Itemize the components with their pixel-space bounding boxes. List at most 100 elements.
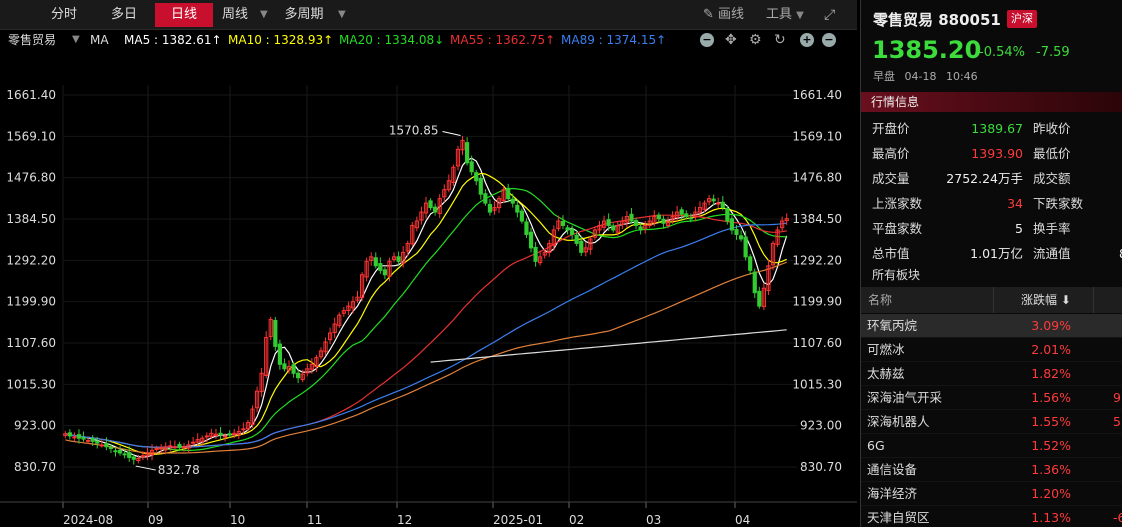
sector-pct-header[interactable]: 涨跌幅 ⬇ [1021, 287, 1071, 313]
sector-row[interactable]: 太赫兹 1.82% [861, 362, 1122, 386]
candle-body [611, 225, 616, 231]
candles [63, 135, 789, 465]
x-tick-label: 11 [307, 513, 322, 527]
sector-pct: 1.56% [1031, 390, 1071, 405]
y-tick-label-right: 1569.10 [792, 129, 842, 143]
info-value: 1393.90 [971, 146, 1023, 161]
kline-chart[interactable]: 1661.40 1661.40 1569.10 1569.10 1476.80 1476.… [0, 50, 857, 527]
tab-multi-day[interactable]: 多日 [104, 3, 144, 27]
sector-pct: 2.01% [1031, 342, 1071, 357]
y-tick-label-right: 1661.40 [792, 88, 842, 102]
info-header[interactable]: 行情信息 [861, 92, 1122, 112]
session-label: 早盘 [873, 70, 895, 83]
candle-body [382, 269, 388, 276]
sector-name: 可燃冰 [867, 342, 905, 357]
candle-body [506, 187, 511, 200]
info-key: 成交额 [1033, 171, 1071, 186]
sector-name: 海洋经济 [867, 486, 918, 501]
candle-body [428, 200, 433, 209]
info-value: 2752.24万手 [946, 171, 1023, 186]
ma20-line [65, 187, 787, 452]
info-row: 最高价 1393.90 最低价 [861, 141, 1122, 166]
x-tick-label: 03 [646, 513, 661, 527]
gear-icon[interactable]: ⚙ [749, 30, 762, 50]
candle-body [738, 235, 744, 240]
multi-period-dropdown-icon[interactable]: ▼ [338, 3, 346, 27]
y-tick-label-left: 923.00 [14, 419, 56, 433]
x-tick-label: 04 [735, 513, 750, 527]
y-tick-label-right: 1292.20 [792, 253, 842, 267]
move-icon[interactable]: ✥ [725, 30, 737, 50]
sector-row[interactable]: 天津自贸区 1.13% -6 [861, 506, 1122, 527]
candle-body [629, 213, 634, 222]
column-divider [993, 287, 994, 313]
fullscreen-icon[interactable]: ⤢ [824, 3, 835, 27]
candle-body [752, 271, 757, 294]
candle-body [396, 256, 401, 262]
candle-body [656, 214, 661, 220]
refresh-icon[interactable]: ↻ [774, 30, 786, 50]
y-tick-label-left: 1384.50 [6, 212, 56, 226]
candle-body [570, 228, 575, 235]
y-tick-label-left: 1015.30 [6, 377, 56, 391]
ma55-line [65, 214, 787, 448]
ma89-line [65, 222, 787, 448]
column-divider [1093, 287, 1094, 313]
absolute-change: -7.59 [1036, 45, 1070, 60]
y-tick-label-left: 1569.10 [6, 129, 56, 143]
candle-body [433, 206, 438, 213]
pencil-icon: ✎ [703, 7, 714, 22]
candle-body [684, 213, 689, 218]
tab-daily[interactable]: 日线 [155, 3, 213, 27]
draw-line-button[interactable]: ✎ 画线 [703, 3, 744, 27]
candle-body [273, 319, 278, 347]
ma-longest-line [430, 329, 787, 363]
sector-row[interactable]: 深海油气开采 1.56% 9 [861, 386, 1122, 410]
ma55-label: MA55 : 1362.75↑ [450, 33, 556, 47]
candle-body [86, 439, 91, 442]
zoom-out-icon[interactable]: − [822, 33, 836, 47]
candle-body [113, 450, 118, 453]
candle-body [127, 452, 132, 458]
candle-body [108, 446, 114, 450]
x-tick-label: 2025-01 [493, 513, 543, 527]
sector-row[interactable]: 深海机器人 1.55% 5 [861, 410, 1122, 434]
sector-row[interactable]: 可燃冰 2.01% [861, 338, 1122, 362]
sector-pct: 1.13% [1031, 510, 1071, 525]
y-tick-label-right: 1476.80 [792, 171, 842, 185]
sector-title[interactable]: 所有板块 [872, 266, 920, 283]
sector-name-header[interactable]: 名称 [868, 287, 892, 313]
sector-row[interactable]: 海洋经济 1.20% [861, 482, 1122, 506]
sector-name: 深海机器人 [867, 414, 930, 429]
sector-pct: 1.36% [1031, 462, 1071, 477]
sector-row[interactable]: 通信设备 1.36% [861, 458, 1122, 482]
ma-type-label[interactable]: MA [90, 30, 109, 50]
info-value: 5 [1015, 221, 1023, 236]
candle-body [633, 220, 639, 226]
candle-body [606, 219, 611, 226]
y-tick-label-right: 1015.30 [792, 377, 842, 391]
low-annotation: 832.78 [158, 463, 200, 477]
info-row: 上涨家数 34 下跌家数 [861, 191, 1122, 216]
tab-weekly[interactable]: 周线 [216, 3, 254, 27]
session-date: 04-18 [904, 70, 937, 83]
tab-multi-period[interactable]: 多周期 [280, 3, 328, 27]
ma-dropdown-icon[interactable]: ▼ [72, 30, 80, 50]
candle-body [67, 432, 72, 437]
high-marker-line [442, 131, 461, 137]
tools-button[interactable]: 工具 ▼ [766, 3, 804, 27]
tab-intraday[interactable]: 分时 [44, 3, 84, 27]
candle-body [469, 161, 474, 173]
zoom-in-icon[interactable]: + [800, 33, 814, 47]
candle-body [241, 428, 246, 431]
sector-row[interactable]: 6G 1.52% [861, 434, 1122, 458]
sector-row[interactable]: 环氧丙烷 3.09% [861, 314, 1122, 338]
period-toolbar: 分时 多日 日线 周线 ▼ 多周期 ▼ ✎ 画线 工具 ▼ ⤢ [0, 0, 857, 30]
candle-body [131, 456, 136, 460]
y-tick-label-right: 1199.90 [792, 295, 842, 309]
info-key: 平盘家数 [872, 221, 923, 236]
candle-body [688, 217, 693, 220]
collapse-icon[interactable]: − [700, 33, 714, 47]
sector-name: 环氧丙烷 [867, 318, 918, 333]
weekly-dropdown-icon[interactable]: ▼ [260, 3, 268, 27]
